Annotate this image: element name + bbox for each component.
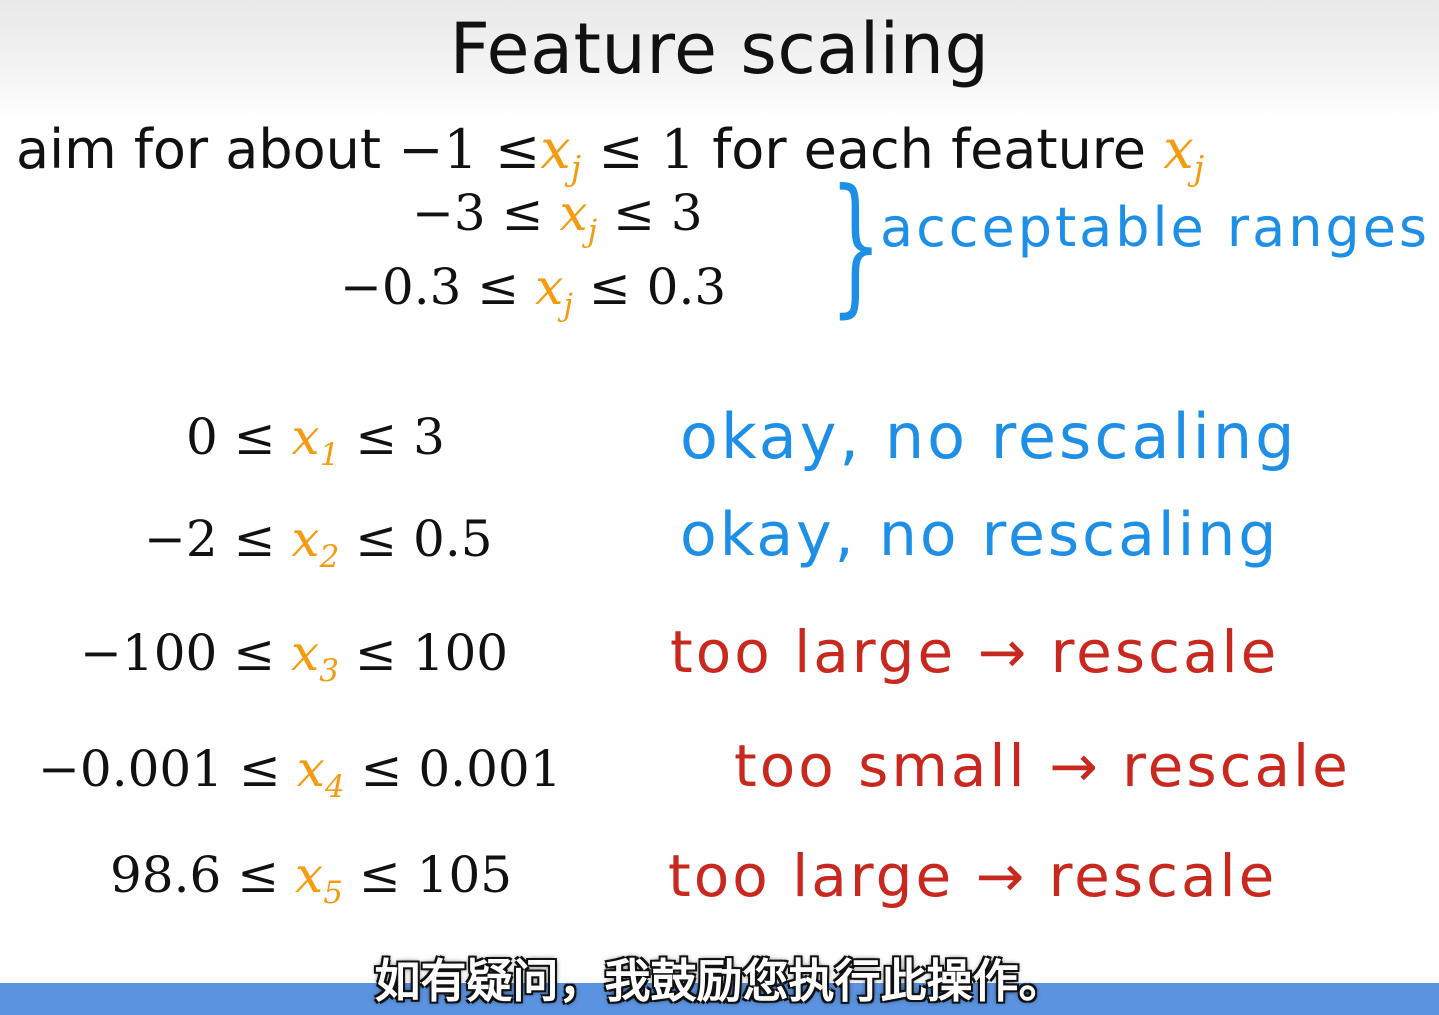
example-3-right: ≤ 100	[354, 624, 509, 682]
subtitle-caption: 如有疑问，我鼓励您执行此操作。	[374, 954, 1065, 1008]
example-3-variable: x3	[291, 624, 339, 689]
example-4-right: ≤ 0.001	[360, 740, 562, 798]
aim-variable: xj	[540, 118, 582, 188]
example-5-left: 98.6 ≤	[110, 846, 280, 904]
acceptable-range-2-variable: xj	[535, 258, 573, 323]
aim-range-left: −1 ≤	[398, 118, 541, 181]
example-2-note: okay, no rescaling	[680, 500, 1280, 570]
example-4-note: too small → rescale	[734, 732, 1351, 800]
example-3-note: too large → rescale	[670, 618, 1280, 686]
example-1-variable: x1	[291, 408, 340, 473]
example-4-left: −0.001 ≤	[38, 740, 281, 798]
example-4-variable: x4	[296, 740, 345, 805]
example-1-right: ≤ 3	[355, 408, 445, 466]
acceptable-range-2-right: ≤ 0.3	[588, 258, 727, 316]
aim-range-right: ≤ 1	[598, 118, 696, 181]
example-row-5: 98.6 ≤ x5 ≤ 105	[110, 846, 512, 911]
aim-statement: aim for about −1 ≤xj ≤ 1 for each featur…	[16, 118, 1204, 188]
slide-title: Feature scaling	[449, 8, 990, 90]
right-brace-icon: }	[829, 158, 882, 332]
example-row-3: −100 ≤ x3 ≤ 100	[80, 624, 508, 689]
example-2-right: ≤ 0.5	[355, 510, 493, 568]
example-5-note: too large → rescale	[668, 842, 1278, 910]
example-5-variable: x5	[295, 846, 343, 911]
acceptable-range-1-left: −3 ≤	[412, 184, 544, 242]
example-3-left: −100 ≤	[80, 624, 276, 682]
example-row-4: −0.001 ≤ x4 ≤ 0.001	[38, 740, 562, 805]
aim-prefix: aim for about	[16, 118, 382, 181]
acceptable-range-2-left: −0.3 ≤	[340, 258, 520, 316]
acceptable-range-1-variable: xj	[559, 184, 598, 249]
acceptable-range-1-right: ≤ 3	[613, 184, 703, 242]
example-2-variable: x2	[291, 510, 340, 575]
acceptable-ranges-note: acceptable ranges	[880, 196, 1431, 259]
example-row-1: 0 ≤ x1 ≤ 3	[186, 408, 445, 473]
example-1-left: 0 ≤	[186, 408, 276, 466]
example-row-2: −2 ≤ x2 ≤ 0.5	[144, 510, 493, 575]
acceptable-range-1: −3 ≤ xj ≤ 3	[412, 184, 703, 249]
acceptable-range-2: −0.3 ≤ xj ≤ 0.3	[340, 258, 726, 323]
example-2-left: −2 ≤	[144, 510, 276, 568]
aim-feature-variable: xj	[1163, 118, 1205, 188]
example-1-note: okay, no rescaling	[680, 400, 1298, 473]
aim-middle-text: for each feature	[712, 118, 1147, 181]
example-5-right: ≤ 105	[358, 846, 513, 904]
